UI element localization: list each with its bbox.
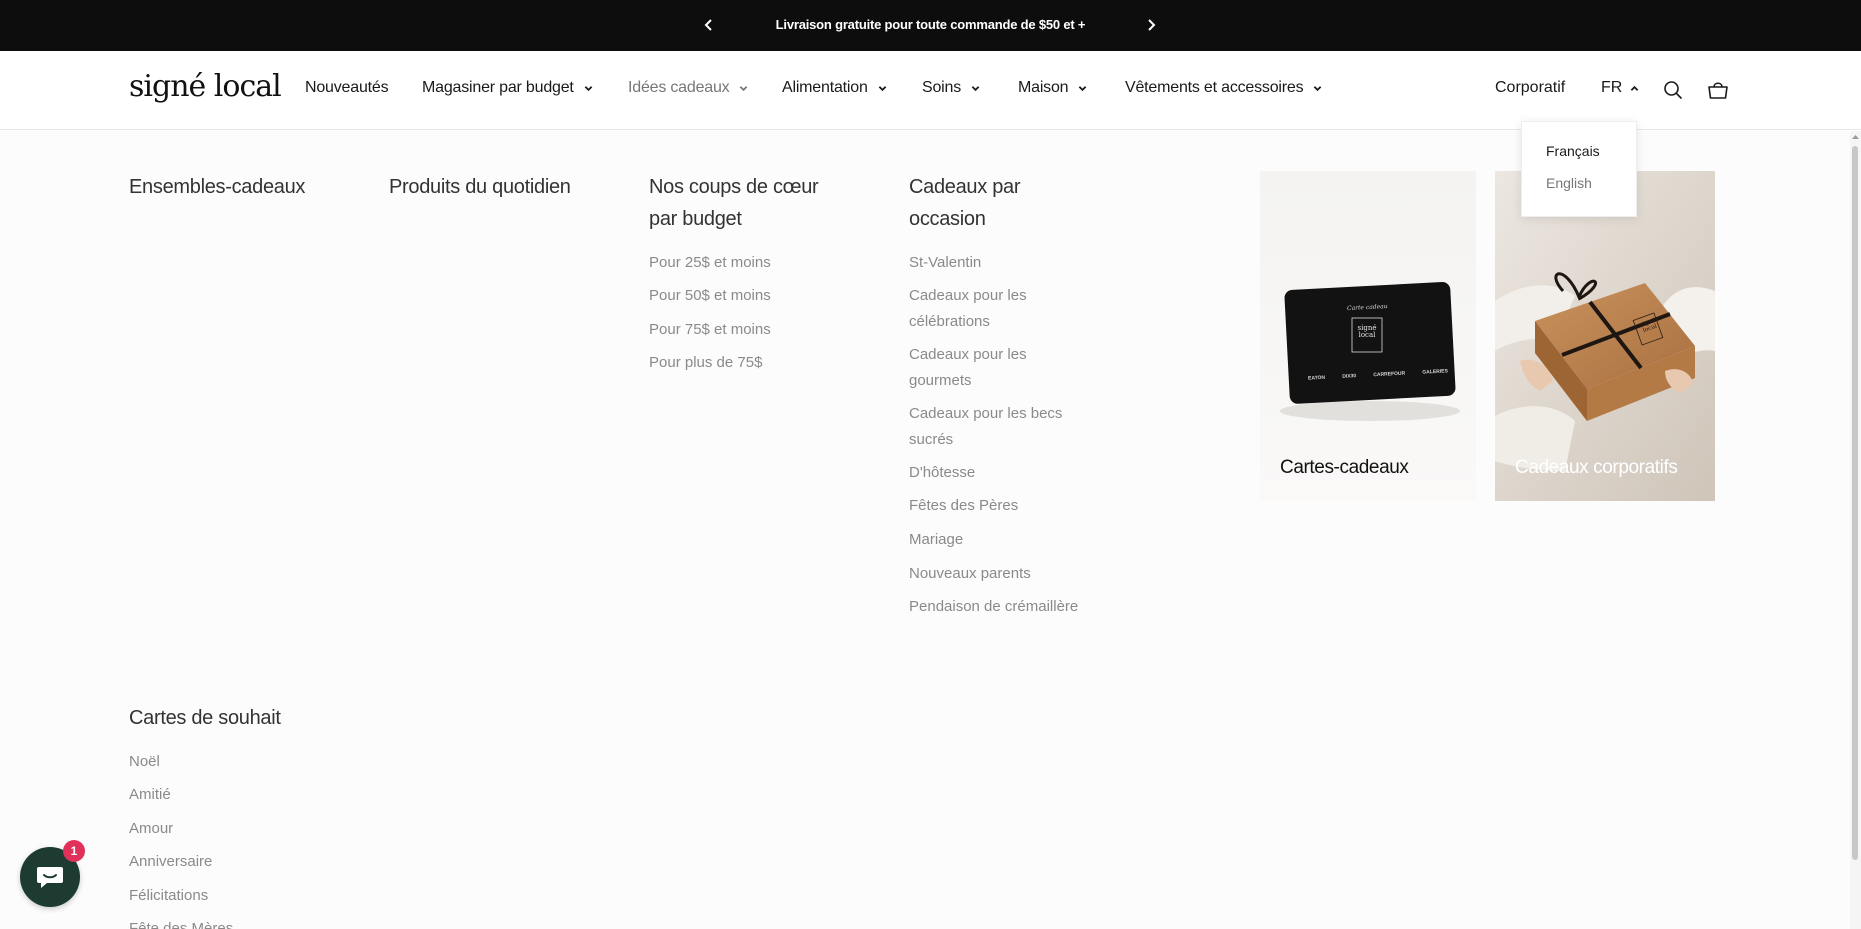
gift-card-logo: signé local <box>1357 325 1377 339</box>
menu-title-coups-de-coeur[interactable]: Nos coups de cœur par budget <box>649 171 849 235</box>
gift-card-label: Cartes-cadeaux <box>1280 457 1409 478</box>
menu-title-cartes-souhait[interactable]: Cartes de souhait <box>129 702 389 734</box>
scrollbar-thumb[interactable] <box>1852 146 1858 860</box>
site-header: signé local Nouveautés Magasiner par bud… <box>0 51 1861 130</box>
nav-item-budget[interactable]: Magasiner par budget <box>422 79 593 97</box>
chat-notification-badge: 1 <box>63 840 85 862</box>
menu-title-occasion[interactable]: Cadeaux par occasion <box>909 171 1059 235</box>
chevron-down-icon <box>740 85 748 91</box>
menu-link[interactable]: Fête des Mères <box>129 916 233 929</box>
nav-label: Idées cadeaux <box>628 79 730 96</box>
search-button[interactable] <box>1663 80 1685 102</box>
nav-item-maison[interactable]: Maison <box>1018 79 1087 97</box>
menu-link[interactable]: Pendaison de crémaillère <box>909 594 1078 620</box>
chevron-right-icon <box>1148 19 1156 31</box>
language-option-english[interactable]: English <box>1546 175 1592 191</box>
menu-link[interactable]: D'hôtesse <box>909 460 975 486</box>
nav-item-nouveautes[interactable]: Nouveautés <box>305 79 389 97</box>
nav-item-soins[interactable]: Soins <box>922 79 980 97</box>
nav-label: Vêtements et accessoires <box>1125 79 1304 96</box>
nav-item-idees-cadeaux[interactable]: Idées cadeaux <box>628 79 748 97</box>
chevron-down-icon <box>971 85 980 91</box>
chevron-up-icon <box>1631 85 1639 91</box>
nav-label: Alimentation <box>782 79 868 96</box>
language-option-french[interactable]: Français <box>1546 143 1600 159</box>
site-logo[interactable]: signé local <box>129 69 282 104</box>
scroll-up-icon[interactable] <box>1851 133 1860 141</box>
menu-link[interactable]: Noël <box>129 749 160 775</box>
menu-link[interactable]: Pour 50$ et moins <box>649 283 771 309</box>
corporate-link[interactable]: Corporatif <box>1495 79 1565 97</box>
nav-item-vetements[interactable]: Vêtements et accessoires <box>1125 79 1322 97</box>
nav-label: Soins <box>922 79 962 96</box>
nav-label: Magasiner par budget <box>422 79 574 96</box>
chevron-down-icon <box>1079 85 1087 91</box>
menu-link[interactable]: Cadeaux pour les becs sucrés <box>909 401 1079 453</box>
corporate-gifts-label: Cadeaux corporatifs <box>1515 457 1678 478</box>
gift-card-tile[interactable]: Carte cadeau signé local EATON DIX30 CAR… <box>1260 171 1476 501</box>
menu-link[interactable]: Pour 75$ et moins <box>649 317 771 343</box>
corporate-gift-image <box>1495 171 1715 501</box>
nav-item-alimentation[interactable]: Alimentation <box>782 79 887 97</box>
menu-title-ensembles[interactable]: Ensembles-cadeaux <box>129 171 369 203</box>
menu-link[interactable]: Amour <box>129 816 173 842</box>
gift-card-logo-line2: local <box>1358 331 1376 339</box>
language-label: FR <box>1601 79 1623 96</box>
menu-link[interactable]: Félicitations <box>129 883 208 909</box>
menu-link[interactable]: Cadeaux pour les célébrations <box>909 283 1069 335</box>
menu-link[interactable]: Nouveaux parents <box>909 561 1031 587</box>
partner-logo: EATON <box>1307 374 1326 382</box>
language-dropdown: Français English <box>1521 121 1637 217</box>
cart-icon <box>1708 82 1728 99</box>
menu-link[interactable]: Fêtes des Pères <box>909 493 1018 519</box>
chat-icon <box>37 867 63 888</box>
partner-logo: DIX30 <box>1342 373 1357 380</box>
announcement-text: Livraison gratuite pour toute commande d… <box>775 17 1086 32</box>
chevron-down-icon <box>584 85 592 91</box>
menu-link[interactable]: St-Valentin <box>909 250 1069 276</box>
announcement-bar: Livraison gratuite pour toute commande d… <box>0 0 1861 51</box>
menu-link[interactable]: Amitié <box>129 782 171 808</box>
menu-link[interactable]: Pour plus de 75$ <box>649 350 762 376</box>
nav-label: Maison <box>1018 79 1069 96</box>
menu-link[interactable]: Anniversaire <box>129 849 212 875</box>
language-selector[interactable]: FR <box>1601 79 1639 97</box>
nav-label: Nouveautés <box>305 79 389 96</box>
menu-link[interactable]: Pour 25$ et moins <box>649 250 771 276</box>
menu-link[interactable]: Cadeaux pour les gourmets <box>909 342 1069 394</box>
chevron-down-icon <box>1314 85 1322 91</box>
menu-link[interactable]: Mariage <box>909 527 963 553</box>
cart-button[interactable] <box>1707 80 1729 102</box>
menu-title-produits[interactable]: Produits du quotidien <box>389 171 629 203</box>
corporate-gifts-tile[interactable]: signé local Cadeaux corporatifs <box>1495 171 1715 501</box>
announcement-next-button[interactable] <box>1140 14 1162 36</box>
chevron-down-icon <box>878 85 886 91</box>
search-icon <box>1664 81 1683 100</box>
